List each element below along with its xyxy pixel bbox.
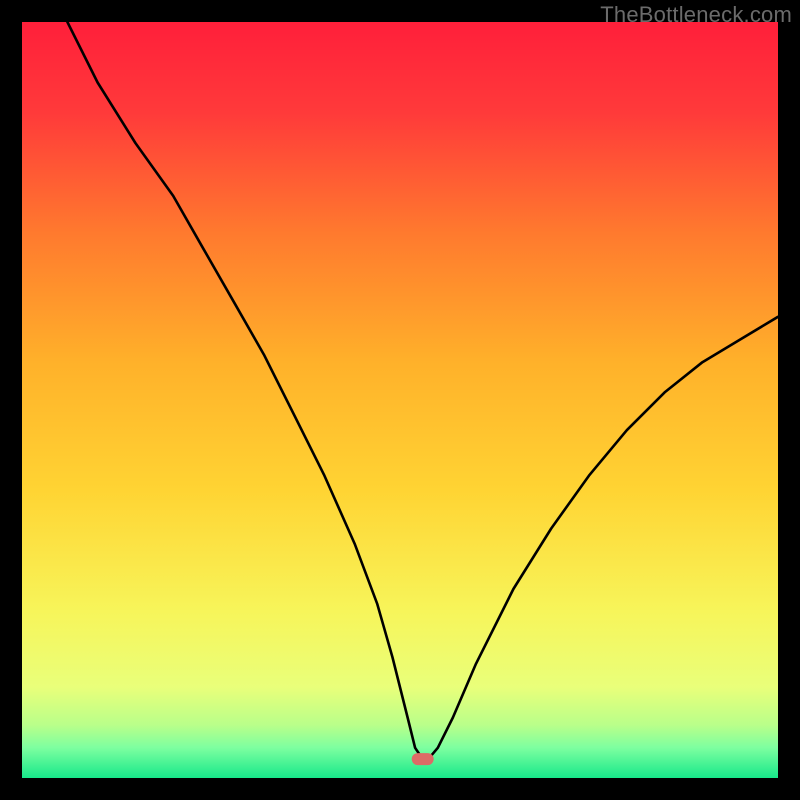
chart-canvas [0,0,800,800]
optimal-point-marker [412,753,434,765]
watermark-text: TheBottleneck.com [600,2,792,28]
bottleneck-chart: TheBottleneck.com [0,0,800,800]
